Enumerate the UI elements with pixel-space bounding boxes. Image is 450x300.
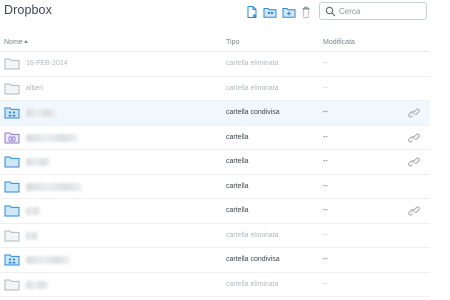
row-type: cartella eliminata bbox=[226, 231, 279, 239]
column-header-row: Nome Tipo Modificata bbox=[0, 34, 430, 52]
shared-folder-icon bbox=[4, 107, 20, 119]
row-type: cartella bbox=[226, 133, 249, 141]
row-type: cartella eliminata bbox=[226, 60, 279, 67]
table-row[interactable]: alberi cartella eliminata -- bbox=[0, 77, 430, 101]
deleted-folder-icon bbox=[4, 83, 20, 94]
table-row[interactable]: cartella -- bbox=[0, 175, 430, 199]
row-type: cartella eliminata bbox=[226, 280, 279, 288]
redacted-name bbox=[26, 231, 38, 240]
file-list: 16-FEB-2014 cartella eliminata -- alberi… bbox=[0, 52, 430, 297]
redacted-name bbox=[26, 158, 50, 166]
row-modified: -- bbox=[323, 231, 328, 239]
page-title: Dropbox bbox=[4, 3, 52, 17]
share-link-icon[interactable] bbox=[408, 108, 420, 118]
table-row[interactable]: cartella condivisa -- bbox=[0, 248, 430, 273]
new-folder-icon[interactable] bbox=[282, 5, 296, 19]
deleted-folder-icon bbox=[4, 58, 20, 70]
folder-icon bbox=[4, 205, 20, 217]
camera-uploads-folder-icon bbox=[4, 132, 20, 143]
share-link-icon[interactable] bbox=[408, 206, 420, 216]
folder-icon bbox=[4, 181, 20, 192]
redacted-name bbox=[26, 280, 48, 289]
row-modified: -- bbox=[323, 158, 328, 165]
row-modified: -- bbox=[323, 109, 328, 116]
table-row[interactable]: cartella eliminata -- bbox=[0, 224, 430, 248]
search-icon bbox=[325, 6, 336, 17]
row-modified: -- bbox=[323, 280, 328, 288]
table-row[interactable]: cartella condivisa -- bbox=[0, 101, 430, 126]
row-type: cartella condivisa bbox=[226, 109, 280, 116]
search-input[interactable] bbox=[339, 4, 423, 18]
table-row[interactable]: cartella -- bbox=[0, 126, 430, 150]
column-header-name[interactable]: Nome bbox=[4, 39, 23, 46]
new-file-icon[interactable] bbox=[245, 5, 259, 19]
row-modified: -- bbox=[323, 207, 328, 214]
redacted-name bbox=[26, 109, 56, 117]
row-name[interactable]: alberi bbox=[26, 85, 43, 92]
row-name[interactable]: 16-FEB-2014 bbox=[26, 60, 68, 67]
row-modified: -- bbox=[323, 256, 328, 263]
search-box[interactable] bbox=[319, 2, 427, 20]
row-type: cartella bbox=[226, 182, 249, 190]
redacted-name bbox=[26, 182, 82, 191]
table-row[interactable]: 16-FEB-2014 cartella eliminata -- bbox=[0, 52, 430, 77]
row-type: cartella condivisa bbox=[226, 256, 280, 263]
column-header-type[interactable]: Tipo bbox=[226, 39, 239, 46]
deleted-folder-icon bbox=[4, 230, 20, 241]
deleted-folder-icon bbox=[4, 279, 20, 290]
redacted-name bbox=[26, 207, 40, 215]
shared-folder-icon bbox=[4, 254, 20, 266]
sort-ascending-icon bbox=[24, 40, 28, 43]
header: Dropbox bbox=[0, 0, 450, 30]
folder-icon bbox=[4, 156, 20, 168]
redacted-name bbox=[26, 256, 70, 264]
row-modified: -- bbox=[323, 133, 328, 141]
row-type: cartella bbox=[226, 207, 249, 214]
row-modified: -- bbox=[323, 84, 328, 92]
table-row[interactable]: cartella eliminata -- bbox=[0, 273, 430, 297]
row-type: cartella eliminata bbox=[226, 84, 279, 92]
column-header-modified[interactable]: Modificata bbox=[323, 39, 355, 46]
share-link-icon[interactable] bbox=[408, 133, 420, 143]
table-row[interactable]: cartella -- bbox=[0, 150, 430, 175]
redacted-name bbox=[26, 133, 78, 142]
show-deleted-icon[interactable] bbox=[299, 5, 313, 19]
table-row[interactable]: cartella -- bbox=[0, 199, 430, 224]
new-shared-folder-icon[interactable] bbox=[263, 5, 277, 19]
row-type: cartella bbox=[226, 158, 249, 165]
row-modified: -- bbox=[323, 182, 328, 190]
row-modified: -- bbox=[323, 60, 328, 67]
share-link-icon[interactable] bbox=[408, 157, 420, 167]
